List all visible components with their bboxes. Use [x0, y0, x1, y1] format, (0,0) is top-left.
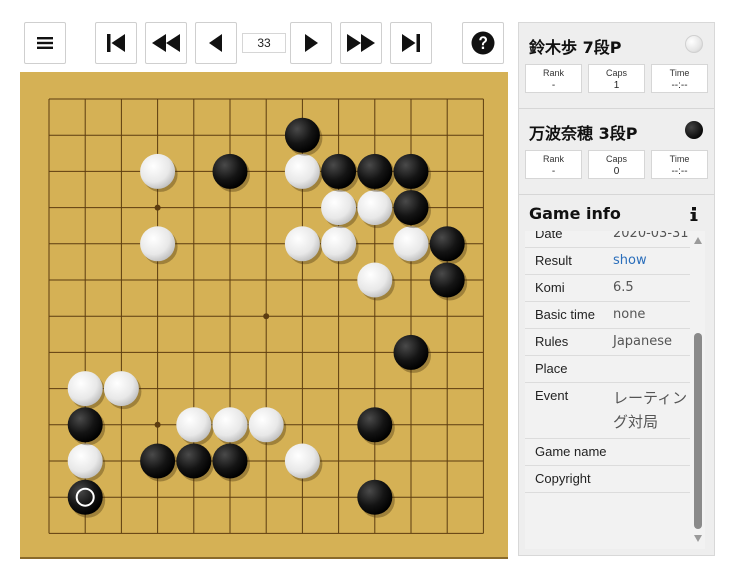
- white-stone: [140, 226, 176, 262]
- black-stone: [321, 153, 357, 189]
- menu-button[interactable]: [24, 22, 66, 64]
- move-number-field[interactable]: 33: [242, 33, 286, 53]
- star-point: [154, 421, 161, 428]
- game-info-row-copyright: Copyright: [525, 466, 690, 493]
- player-black-name: 万波奈穂 3段P: [529, 124, 638, 143]
- black-stone: [357, 153, 393, 189]
- black-stone: [212, 443, 248, 479]
- player-white-rank: Rank -: [525, 64, 582, 93]
- black-stone: [429, 226, 465, 262]
- black-stone: [284, 117, 320, 153]
- scrollbar-thumb[interactable]: [694, 333, 702, 529]
- white-stone: [284, 226, 320, 262]
- board-grid[interactable]: [20, 72, 508, 557]
- forward-10-button[interactable]: [340, 22, 382, 64]
- game-info-row-komi: Komi 6.5: [525, 275, 690, 302]
- help-icon: [471, 31, 495, 55]
- black-stone: [67, 479, 103, 515]
- black-stone: [357, 479, 393, 515]
- game-info-row-place: Place: [525, 356, 690, 383]
- player-black-card: 万波奈穂 3段P Rank - Caps 0 Time --:--: [519, 109, 714, 195]
- help-button[interactable]: [462, 22, 504, 64]
- white-stone: [284, 443, 320, 479]
- game-info-row-event: Event レーティング対局: [525, 383, 690, 439]
- show-result-link[interactable]: show: [613, 251, 690, 270]
- white-stone: [140, 153, 176, 189]
- player-white-name: 鈴木歩 7段P: [529, 38, 622, 57]
- white-stone: [103, 371, 139, 407]
- white-stone: [393, 226, 429, 262]
- star-point: [263, 313, 270, 320]
- side-panel: 鈴木歩 7段P Rank - Caps 1 Time --:-- 万波奈穂 3段…: [518, 22, 715, 556]
- black-stone: [140, 443, 176, 479]
- white-stone: [67, 371, 103, 407]
- black-stone: [393, 153, 429, 189]
- back-10-button[interactable]: [145, 22, 187, 64]
- white-stone: [321, 226, 357, 262]
- forward-button[interactable]: [290, 22, 332, 64]
- back-10-icon: [152, 34, 180, 52]
- black-stone: [429, 262, 465, 298]
- game-info-row-game-name: Game name: [525, 439, 690, 466]
- last-move-icon: [402, 34, 420, 52]
- white-stone: [357, 190, 393, 226]
- game-info-row-result: Result show: [525, 248, 690, 275]
- white-stone: [248, 407, 284, 443]
- player-white-time: Time --:--: [651, 64, 708, 93]
- white-stone-icon: [685, 35, 703, 53]
- game-info-table: Date 2020-03-31 Result show Komi 6.5 Bas…: [525, 231, 690, 493]
- info-icon[interactable]: [687, 206, 701, 222]
- menu-icon: [37, 37, 53, 49]
- game-info-row-date: Date 2020-03-31: [525, 231, 690, 248]
- black-stone-icon: [685, 121, 703, 139]
- black-stone: [393, 190, 429, 226]
- player-black-caps: Caps 0: [588, 150, 645, 179]
- forward-10-icon: [347, 34, 375, 52]
- last-move-button[interactable]: [390, 22, 432, 64]
- white-stone: [357, 262, 393, 298]
- white-stone: [176, 407, 212, 443]
- first-move-button[interactable]: [95, 22, 137, 64]
- scroll-up-arrow-icon[interactable]: [694, 237, 702, 244]
- white-stone: [67, 443, 103, 479]
- player-black-rank: Rank -: [525, 150, 582, 179]
- game-info-row-basic-time: Basic time none: [525, 302, 690, 329]
- scrollbar[interactable]: [691, 231, 705, 549]
- black-stone: [357, 407, 393, 443]
- white-stone: [284, 153, 320, 189]
- black-stone: [393, 334, 429, 370]
- white-stone: [212, 407, 248, 443]
- first-move-icon: [107, 34, 125, 52]
- white-stone: [321, 190, 357, 226]
- scroll-down-arrow-icon[interactable]: [694, 535, 702, 542]
- game-info-title: Game info: [529, 204, 621, 223]
- player-white-caps: Caps 1: [588, 64, 645, 93]
- forward-icon: [305, 34, 318, 52]
- back-button[interactable]: [195, 22, 237, 64]
- black-stone: [176, 443, 212, 479]
- star-point: [154, 204, 161, 211]
- game-info-row-rules: Rules Japanese: [525, 329, 690, 356]
- black-stone: [67, 407, 103, 443]
- player-white-card: 鈴木歩 7段P Rank - Caps 1 Time --:--: [519, 23, 714, 109]
- back-icon: [209, 34, 222, 52]
- go-board[interactable]: [20, 72, 508, 557]
- player-black-time: Time --:--: [651, 150, 708, 179]
- black-stone: [212, 153, 248, 189]
- game-info-scroll-area[interactable]: Date 2020-03-31 Result show Komi 6.5 Bas…: [525, 231, 705, 549]
